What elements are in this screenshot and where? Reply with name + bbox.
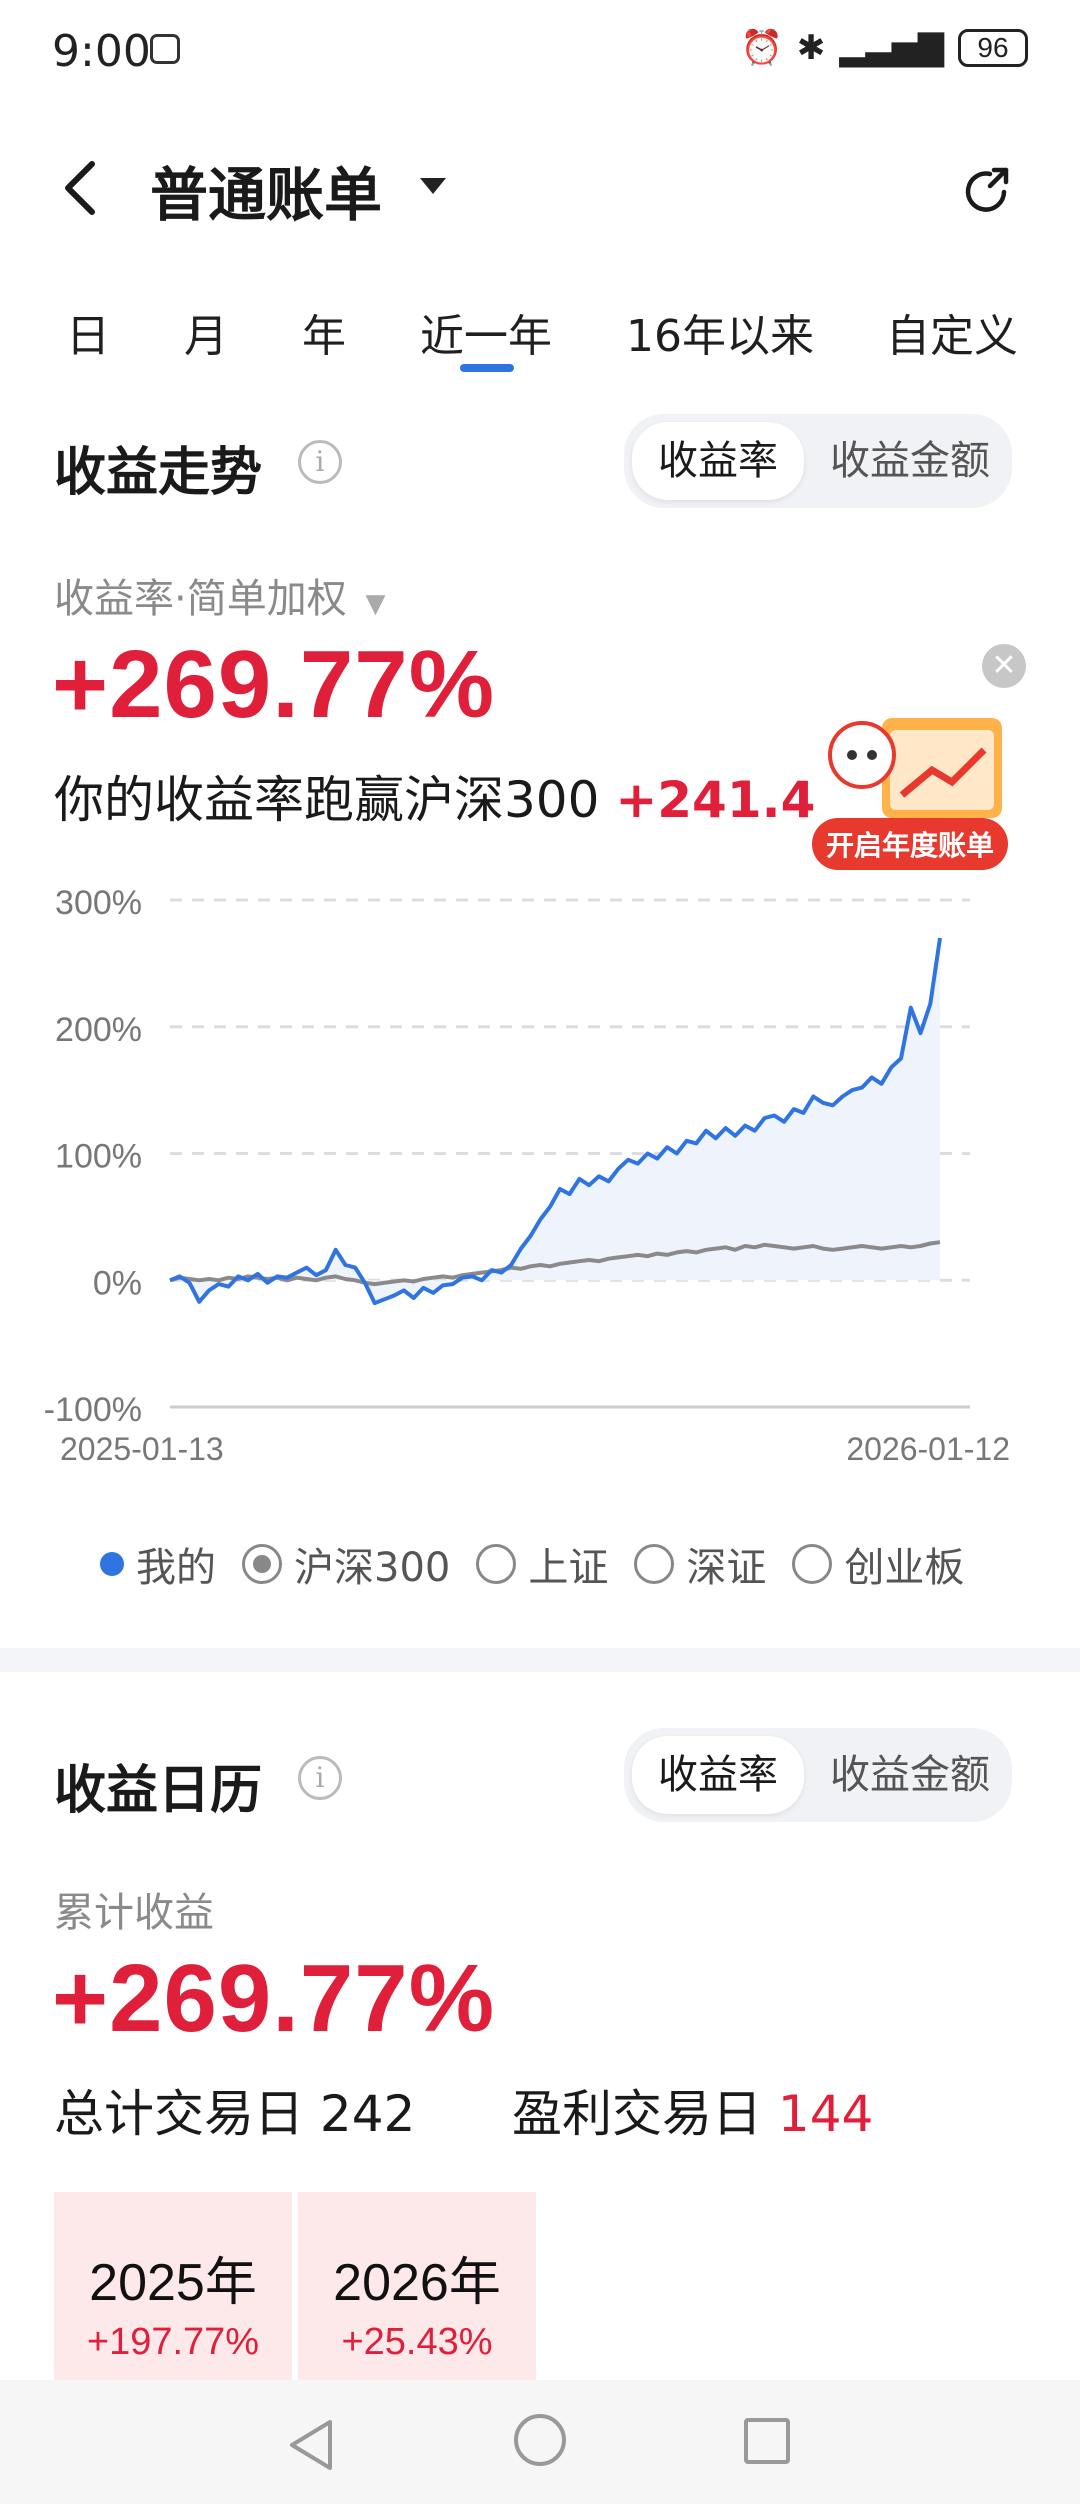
cumulative-label: 累计收益: [54, 1890, 214, 1936]
radio-icon: [634, 1544, 675, 1584]
info-icon[interactable]: i: [298, 440, 342, 484]
return-value: +269.77%: [52, 631, 496, 738]
nav-home-icon[interactable]: [514, 2414, 566, 2466]
metric-label: 收益率·简单加权: [54, 576, 347, 622]
trade-days-label: 总计交易日: [54, 2085, 304, 2143]
legend-shanghai[interactable]: 上证: [476, 1535, 608, 1593]
year-card-2026[interactable]: 2026年 +25.43%: [298, 2192, 536, 2382]
legend-label: 深证: [686, 1545, 767, 1591]
alarm-icon: ⏰: [740, 28, 783, 68]
active-tab-indicator: [460, 364, 514, 372]
page-title[interactable]: 普通账单: [150, 148, 382, 232]
toggle-rate[interactable]: 收益率: [632, 1736, 804, 1814]
radio-icon: [792, 1544, 833, 1584]
tab-day[interactable]: 日: [66, 300, 110, 364]
nav-back-icon[interactable]: [286, 2418, 336, 2472]
legend-label: 我的: [136, 1545, 216, 1591]
chevron-down-icon[interactable]: [420, 178, 446, 194]
profit-days-value: 144: [777, 2085, 874, 2143]
bluetooth-icon: ✱: [796, 28, 826, 68]
toggle-rate[interactable]: 收益率: [632, 422, 804, 500]
legend-mine[interactable]: 我的: [100, 1535, 216, 1593]
status-time: 9:00: [52, 26, 151, 77]
metric-selector[interactable]: 收益率·简单加权 ▼: [54, 566, 385, 624]
y-tick-label: 200%: [55, 1011, 142, 1049]
legend-dot: [100, 1552, 124, 1576]
caret-down-icon: ▼: [365, 589, 386, 619]
period-tabs: 日 月 年 近一年 16年以来 自定义: [0, 300, 1080, 380]
tab-custom[interactable]: 自定义: [886, 300, 1018, 364]
cumulative-value: +269.77%: [52, 1945, 496, 2052]
close-icon[interactable]: ✕: [982, 644, 1026, 688]
legend-shenzhen[interactable]: 深证: [634, 1535, 766, 1593]
profit-days-label: 盈利交易日: [512, 2085, 762, 2143]
battery-icon: 96: [958, 29, 1028, 67]
radio-icon: [476, 1544, 517, 1584]
y-tick-label: 100%: [55, 1138, 142, 1176]
year-label: 2026年: [333, 2254, 501, 2312]
y-tick-label: 0%: [93, 1264, 142, 1302]
calendar-mascot-icon: [828, 718, 1002, 818]
tab-year[interactable]: 年: [302, 300, 346, 364]
year-value: +25.43%: [341, 2321, 493, 2363]
nav-recents-icon[interactable]: [744, 2418, 790, 2464]
return-chart: 300% 200% 100% 0% -100%2025-01-13 2026-01-12: [44, 884, 1010, 1467]
back-icon[interactable]: [60, 158, 100, 218]
trend-toggle: 收益率 收益金额: [624, 414, 1012, 508]
beat-label: 你的收益率跑赢沪深300: [54, 771, 600, 829]
x-start-label: 2025-01-13: [60, 1431, 224, 1467]
trade-days-value: 242: [319, 2085, 416, 2143]
y-tick-label: -100%: [44, 1391, 142, 1429]
legend-hs300[interactable]: 沪深300: [242, 1535, 450, 1593]
status-icons: ⏰ ✱ ▂▃▅▇ 96: [741, 28, 1028, 68]
annual-report-button[interactable]: 开启年度账单: [812, 818, 1009, 870]
y-tick-label: 300%: [55, 884, 142, 922]
legend-label: 沪深300: [294, 1545, 451, 1591]
toggle-amount[interactable]: 收益金额: [816, 1736, 1004, 1814]
tab-month[interactable]: 月: [184, 300, 228, 364]
calendar-title: 收益日历: [54, 1761, 263, 1821]
legend-chinext[interactable]: 创业板: [792, 1535, 964, 1593]
year-value: +197.77%: [86, 2321, 260, 2363]
beat-line: 你的收益率跑赢沪深300 +241.4: [54, 760, 854, 832]
calendar-toggle: 收益率 收益金额: [624, 1728, 1012, 1822]
trade-days-stat: 总计交易日 242: [54, 2074, 415, 2146]
annual-report-promo[interactable]: 开启年度账单: [812, 700, 1012, 870]
radio-selected-icon: [242, 1544, 282, 1584]
legend-label: 创业板: [844, 1545, 965, 1591]
year-card-2025[interactable]: 2025年 +197.77%: [54, 2192, 292, 2382]
beat-value: +241.4: [615, 771, 816, 829]
trend-title: 收益走势: [54, 443, 263, 503]
signal-icon: ▂▃▅▇: [839, 28, 944, 68]
legend-label: 上证: [528, 1545, 609, 1591]
share-icon[interactable]: [960, 162, 1016, 218]
section-divider: [0, 1648, 1080, 1672]
year-label: 2025年: [89, 2254, 257, 2312]
info-icon[interactable]: i: [298, 1756, 342, 1800]
tab-recent-year[interactable]: 近一年: [420, 300, 552, 364]
profit-days-stat: 盈利交易日 144: [512, 2074, 873, 2146]
chart-legend: 我的 沪深300 上证 深证 创业板: [100, 1535, 964, 1593]
notification-icon: [150, 34, 180, 64]
x-end-label: 2026-01-12: [846, 1431, 1010, 1467]
toggle-amount[interactable]: 收益金额: [816, 422, 1004, 500]
tab-since-16[interactable]: 16年以来: [626, 300, 814, 364]
